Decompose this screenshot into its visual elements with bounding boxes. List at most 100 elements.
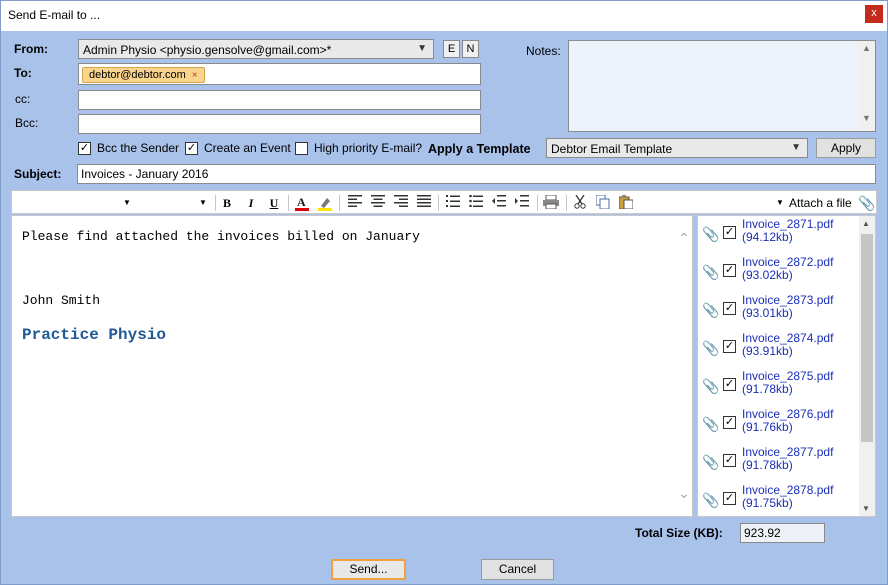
from-select[interactable]: Admin Physio <physio.gensolve@gmail.com>… xyxy=(78,39,434,59)
chevron-down-icon: ▼ xyxy=(417,43,427,54)
high-priority-checkbox[interactable]: High priority E-mail? xyxy=(295,141,422,155)
apply-template-label: Apply a Template xyxy=(428,142,531,156)
align-center-icon[interactable] xyxy=(370,195,386,211)
attachment-link[interactable]: Invoice_2873.pdf (93.01kb) xyxy=(742,294,833,320)
indent-icon[interactable] xyxy=(514,195,530,211)
attach-dropdown-icon[interactable]: ▼ xyxy=(775,195,785,211)
editor-scroll-up-icon[interactable]: ⌃ xyxy=(678,230,690,247)
attachment-item[interactable]: 📎 ✓ Invoice_2872.pdf (93.02kb) xyxy=(698,254,858,292)
body-line-2: John Smith xyxy=(22,293,101,308)
create-event-checkbox[interactable]: ✓ Create an Event xyxy=(185,141,291,155)
total-size-value: 923.92 xyxy=(740,523,825,543)
from-n-button[interactable]: N xyxy=(462,40,479,58)
to-label: To: xyxy=(14,66,32,80)
apply-template-button[interactable]: Apply xyxy=(816,138,876,158)
window-title: Send E-mail to ... xyxy=(8,8,101,22)
bcc-sender-label: Bcc the Sender xyxy=(97,141,180,155)
attachments-list: ▲ ▼ 📎 ✓ Invoice_2871.pdf (94.12kb) 📎 ✓ Invoice… xyxy=(697,215,876,517)
create-event-label: Create an Event xyxy=(204,141,291,155)
attachment-checkbox[interactable]: ✓ xyxy=(723,416,736,429)
align-right-icon[interactable] xyxy=(393,195,409,211)
underline-button[interactable]: U xyxy=(267,195,281,211)
align-left-icon[interactable] xyxy=(347,195,363,211)
numbered-list-icon[interactable] xyxy=(445,195,461,211)
scroll-up-icon[interactable]: ▲ xyxy=(858,43,875,59)
font-size-dropdown-icon[interactable]: ▼ xyxy=(198,195,208,211)
attachment-link[interactable]: Invoice_2874.pdf (93.91kb) xyxy=(742,332,833,358)
paperclip-icon: 📎 xyxy=(702,340,720,356)
chevron-down-icon: ▼ xyxy=(791,142,801,153)
attachment-checkbox[interactable]: ✓ xyxy=(723,492,736,505)
message-body-editor[interactable]: Please find attached the invoices billed… xyxy=(11,215,693,517)
copy-icon[interactable] xyxy=(595,194,611,211)
attachment-item[interactable]: 📎 ✓ Invoice_2871.pdf (94.12kb) xyxy=(698,216,858,254)
attachment-item[interactable]: 📎 ✓ Invoice_2874.pdf (93.91kb) xyxy=(698,330,858,368)
notes-scrollbar[interactable]: ▲ ▼ xyxy=(858,41,875,131)
editor-toolbar: ▼ ▼ B I U A ▼ Attach a file 📎 xyxy=(11,190,877,214)
scrollbar-thumb[interactable] xyxy=(861,234,873,442)
attach-file-button[interactable]: Attach a file xyxy=(789,195,859,211)
highlight-color-icon[interactable] xyxy=(317,195,333,211)
paste-icon[interactable] xyxy=(618,195,634,211)
to-field[interactable]: debtor@debtor.com × xyxy=(78,63,481,85)
template-select[interactable]: Debtor Email Template ▼ xyxy=(546,138,808,158)
title-bar: Send E-mail to ... x xyxy=(1,1,887,31)
attachment-item[interactable]: 📎 ✓ Invoice_2876.pdf (91.76kb) xyxy=(698,406,858,444)
editor-scroll-down-icon[interactable]: ⌄ xyxy=(678,485,690,502)
attachment-checkbox[interactable]: ✓ xyxy=(723,454,736,467)
subject-field[interactable]: Invoices - January 2016 xyxy=(77,164,876,184)
attachment-checkbox[interactable]: ✓ xyxy=(723,378,736,391)
from-value: Admin Physio <physio.gensolve@gmail.com>… xyxy=(83,43,332,57)
cut-icon[interactable] xyxy=(572,194,588,211)
italic-button[interactable]: I xyxy=(244,195,258,211)
attachment-checkbox[interactable]: ✓ xyxy=(723,264,736,277)
paperclip-icon: 📎 xyxy=(702,302,720,318)
paperclip-icon[interactable]: 📎 xyxy=(858,195,875,211)
remove-recipient-icon[interactable]: × xyxy=(192,70,198,81)
align-justify-icon[interactable] xyxy=(416,195,432,211)
bullet-list-icon[interactable] xyxy=(468,194,484,211)
attachment-name: Invoice_2878.pdf xyxy=(742,483,834,497)
font-color-icon[interactable]: A xyxy=(294,195,310,211)
attachment-size: (94.12kb) xyxy=(742,230,793,244)
high-priority-label: High priority E-mail? xyxy=(314,141,423,155)
attachment-link[interactable]: Invoice_2872.pdf (93.02kb) xyxy=(742,256,833,282)
checkbox-checked-icon: ✓ xyxy=(185,141,198,155)
attachment-link[interactable]: Invoice_2877.pdf (91.78kb) xyxy=(742,446,833,472)
close-button[interactable]: x xyxy=(865,5,883,23)
bcc-field[interactable] xyxy=(78,114,481,134)
bold-button[interactable]: B xyxy=(220,195,234,211)
attachment-link[interactable]: Invoice_2876.pdf (91.76kb) xyxy=(742,408,833,434)
attachment-link[interactable]: Invoice_2871.pdf (94.12kb) xyxy=(742,218,833,244)
attachment-link[interactable]: Invoice_2878.pdf (91.75kb) xyxy=(742,484,833,510)
scroll-up-icon[interactable]: ▲ xyxy=(862,219,870,228)
recipient-chip[interactable]: debtor@debtor.com × xyxy=(82,67,205,83)
body-line-1: Please find attached the invoices billed… xyxy=(22,229,420,244)
from-e-button[interactable]: E xyxy=(443,40,460,58)
attachment-name: Invoice_2872.pdf xyxy=(742,255,834,269)
font-name-dropdown-icon[interactable]: ▼ xyxy=(122,195,132,211)
cc-field[interactable] xyxy=(78,90,481,110)
attachment-size: (91.78kb) xyxy=(742,458,793,472)
attachment-name: Invoice_2877.pdf xyxy=(742,445,834,459)
scroll-down-icon[interactable]: ▼ xyxy=(862,504,870,513)
svg-text:A: A xyxy=(297,195,306,209)
attachment-checkbox[interactable]: ✓ xyxy=(723,340,736,353)
attachment-checkbox[interactable]: ✓ xyxy=(723,302,736,315)
attachment-item[interactable]: 📎 ✓ Invoice_2875.pdf (91.78kb) xyxy=(698,368,858,406)
print-icon[interactable] xyxy=(543,194,559,211)
attachment-item[interactable]: 📎 ✓ Invoice_2878.pdf (91.75kb) xyxy=(698,482,858,516)
attachment-checkbox[interactable]: ✓ xyxy=(723,226,736,239)
notes-label: Notes: xyxy=(526,44,561,58)
attachments-scrollbar[interactable]: ▲ ▼ xyxy=(859,216,875,516)
send-button[interactable]: Send... xyxy=(331,559,406,580)
bcc-label: Bcc: xyxy=(15,116,39,130)
attachment-item[interactable]: 📎 ✓ Invoice_2873.pdf (93.01kb) xyxy=(698,292,858,330)
attachment-link[interactable]: Invoice_2875.pdf (91.78kb) xyxy=(742,370,833,396)
outdent-icon[interactable] xyxy=(491,195,507,211)
notes-textarea[interactable]: ▲ ▼ xyxy=(568,40,876,132)
scroll-down-icon[interactable]: ▼ xyxy=(858,113,875,129)
attachment-item[interactable]: 📎 ✓ Invoice_2877.pdf (91.78kb) xyxy=(698,444,858,482)
bcc-sender-checkbox[interactable]: ✓ Bcc the Sender xyxy=(78,141,179,155)
cancel-button[interactable]: Cancel xyxy=(481,559,554,580)
